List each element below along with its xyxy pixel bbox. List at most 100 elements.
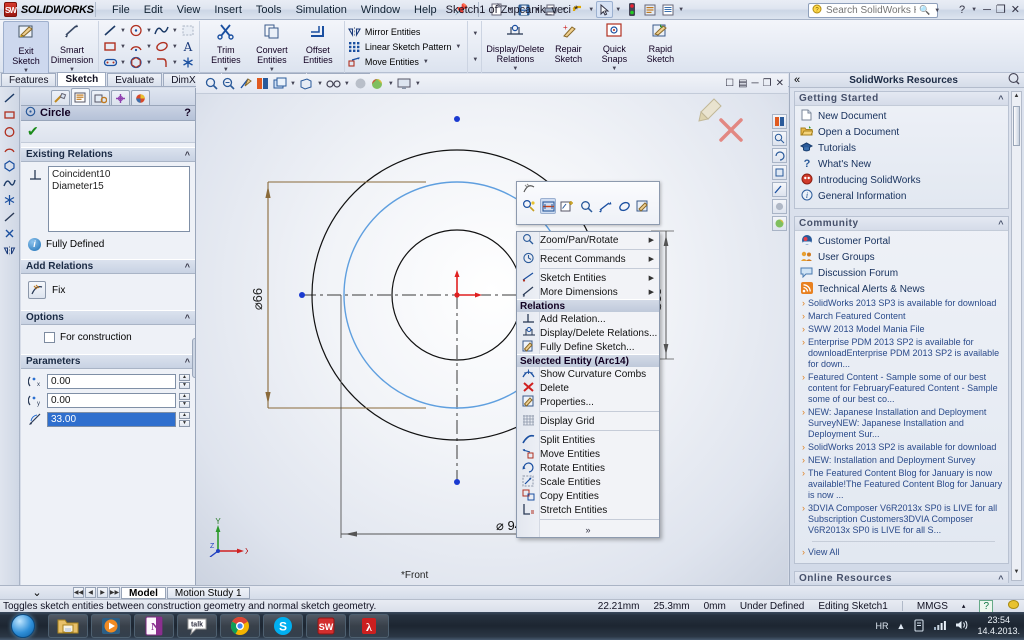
- print-icon[interactable]: [542, 1, 559, 18]
- trim-icon[interactable]: [2, 227, 17, 241]
- configuration-manager-tab[interactable]: [91, 90, 110, 105]
- menu-item-fully-define-sketch[interactable]: Fully Define Sketch...: [517, 340, 659, 354]
- menu-item-insert[interactable]: Insert: [207, 2, 249, 18]
- help-icon[interactable]: ?: [959, 4, 965, 16]
- menu-item-copy-entities[interactable]: Copy Entities: [517, 489, 659, 503]
- chevron-down-icon[interactable]: ▼: [454, 44, 462, 50]
- sketch-canvas[interactable]: ⌀66 ⌀38 ⌀ 94,700: [196, 94, 788, 585]
- menu-item-edit[interactable]: Edit: [137, 2, 170, 18]
- appearance-icon[interactable]: [772, 199, 787, 214]
- rotate-icon[interactable]: [772, 148, 787, 163]
- view-orientation-icon[interactable]: [772, 114, 787, 129]
- mirror-icon[interactable]: [2, 244, 17, 258]
- property-manager-tab[interactable]: [71, 88, 90, 105]
- news-item[interactable]: ›NEW: Installation and Deployment Survey: [798, 454, 1005, 467]
- point-icon[interactable]: [180, 55, 196, 70]
- link-customer-portal[interactable]: Customer Portal: [798, 233, 1005, 249]
- search-box[interactable]: ? 🔍 ▼: [808, 3, 938, 18]
- news-item[interactable]: ›3DVIA Composer V6R2013x SP0 is LIVE for…: [798, 502, 1005, 537]
- chevron-down-icon[interactable]: ▼: [414, 81, 422, 87]
- menu-item-move-entities[interactable]: Move Entities: [517, 447, 659, 461]
- section-header-existing-relations[interactable]: Existing Relations ^: [21, 147, 195, 162]
- restore-icon[interactable]: ❐: [763, 78, 772, 89]
- section-header-parameters[interactable]: Parameters ^: [21, 354, 195, 369]
- arc-icon[interactable]: [128, 39, 144, 54]
- taskbar-skype-icon[interactable]: S: [263, 614, 303, 638]
- point-icon[interactable]: [2, 193, 17, 207]
- card-header[interactable]: Online Resources ^: [795, 572, 1008, 583]
- scroll-down-arrow-icon[interactable]: ▼: [1013, 569, 1020, 579]
- link-user-groups[interactable]: User Groups: [798, 249, 1005, 265]
- link-discussion-forum[interactable]: Discussion Forum: [798, 265, 1005, 281]
- line-icon[interactable]: [102, 23, 118, 38]
- for-construction-checkbox[interactable]: [44, 332, 55, 343]
- link-tutorials[interactable]: Tutorials: [798, 140, 1005, 156]
- graphics-area[interactable]: ⌀66 ⌀38 ⌀ 94,700: [196, 94, 788, 585]
- taskbar-talk-icon[interactable]: talk: [177, 614, 217, 638]
- chevron-up-icon[interactable]: ^: [185, 357, 190, 367]
- menu-item-show-curvature-combs[interactable]: Show Curvature Combs: [517, 367, 659, 381]
- news-item[interactable]: ›Enterprise PDM 2013 SP2 is available fo…: [798, 336, 1005, 371]
- dimxpert-manager-tab[interactable]: [111, 90, 130, 105]
- action-center-icon[interactable]: [913, 619, 925, 634]
- convert-entities-button[interactable]: Convert Entities ▼: [249, 21, 295, 75]
- chevron-up-icon[interactable]: ^: [185, 313, 190, 323]
- fillet-icon[interactable]: [154, 55, 170, 70]
- chevron-down-icon[interactable]: ▼: [171, 60, 179, 66]
- chevron-down-icon[interactable]: ▼: [533, 7, 541, 13]
- center-x-input[interactable]: 0.00: [47, 374, 176, 389]
- link-general-information[interactable]: i General Information: [798, 188, 1005, 204]
- units-label[interactable]: MMGS: [917, 601, 948, 612]
- chevron-down-icon[interactable]: ▼: [677, 7, 685, 13]
- construction-geometry-icon[interactable]: [540, 198, 556, 214]
- dimension-icon[interactable]: [2, 210, 17, 224]
- nav-first-button[interactable]: ◀◀: [73, 587, 84, 598]
- scrollbar-thumb[interactable]: [1013, 106, 1020, 146]
- polygon-icon[interactable]: [128, 55, 144, 70]
- display-icon[interactable]: [659, 1, 676, 18]
- edit-appearance-icon[interactable]: [326, 76, 341, 91]
- close-icon[interactable]: ✕: [776, 78, 784, 89]
- mirror-entities-button[interactable]: Mirror Entities: [348, 24, 423, 39]
- select-icon[interactable]: [596, 1, 613, 18]
- center-x-stepper[interactable]: ▲▼: [179, 374, 190, 389]
- menu-item-help[interactable]: Help: [407, 2, 444, 18]
- menu-item-view[interactable]: View: [170, 2, 208, 18]
- menu-item-window[interactable]: Window: [354, 2, 407, 18]
- menu-expand-button[interactable]: »: [517, 522, 659, 537]
- circle-icon[interactable]: [128, 23, 144, 38]
- taskbar-chrome-icon[interactable]: [220, 614, 260, 638]
- news-view-all[interactable]: ›View All: [798, 546, 1005, 559]
- section-view-icon[interactable]: [238, 76, 253, 91]
- radius-stepper[interactable]: ▲▼: [179, 412, 190, 427]
- center-y-input[interactable]: 0.00: [47, 393, 176, 408]
- chevron-up-icon[interactable]: ^: [185, 262, 190, 272]
- link-whats-new[interactable]: ? What's New: [798, 156, 1005, 172]
- quick-snaps-button[interactable]: Quick Snaps ▼: [591, 21, 637, 74]
- chevron-down-icon[interactable]: ▼: [471, 31, 479, 37]
- fix-relation-icon[interactable]: [28, 281, 46, 299]
- chevron-down-icon[interactable]: ▼: [614, 7, 622, 13]
- exit-sketch-button[interactable]: Exit Sketch ▼: [3, 21, 49, 77]
- taskbar-solidworks-icon[interactable]: SW: [306, 614, 346, 638]
- chevron-down-icon[interactable]: ▼: [145, 44, 153, 50]
- news-item[interactable]: ›Featured Content - Sample some of our b…: [798, 371, 1005, 406]
- scroll-up-arrow-icon[interactable]: ▲: [1013, 93, 1020, 103]
- section-header-options[interactable]: Options ^: [21, 310, 195, 325]
- move-entities-button[interactable]: Move Entities ▼: [348, 54, 432, 69]
- chevron-down-icon[interactable]: ▼: [119, 60, 127, 66]
- tab-evaluate[interactable]: Evaluate: [107, 73, 162, 86]
- chevron-up-icon[interactable]: ^: [998, 94, 1004, 104]
- add-relation-icon[interactable]: [559, 198, 575, 214]
- show-hidden-icon[interactable]: ▲: [897, 621, 906, 631]
- save-icon[interactable]: [515, 1, 532, 18]
- clock[interactable]: 23:54 14.4.2013.: [977, 615, 1020, 637]
- chevron-down-icon[interactable]: ▼: [587, 7, 595, 13]
- menu-item-add-relation[interactable]: Add Relation...: [517, 312, 659, 326]
- chevron-down-icon[interactable]: ▼: [471, 57, 479, 63]
- smart-dimension-icon[interactable]: [597, 198, 613, 214]
- chevron-down-icon[interactable]: ▼: [316, 81, 324, 87]
- display-delete-relations-button[interactable]: Display/Delete Relations ▼: [485, 21, 545, 74]
- menu-item-properties[interactable]: Properties...: [517, 395, 659, 409]
- news-item[interactable]: ›March Featured Content: [798, 310, 1005, 323]
